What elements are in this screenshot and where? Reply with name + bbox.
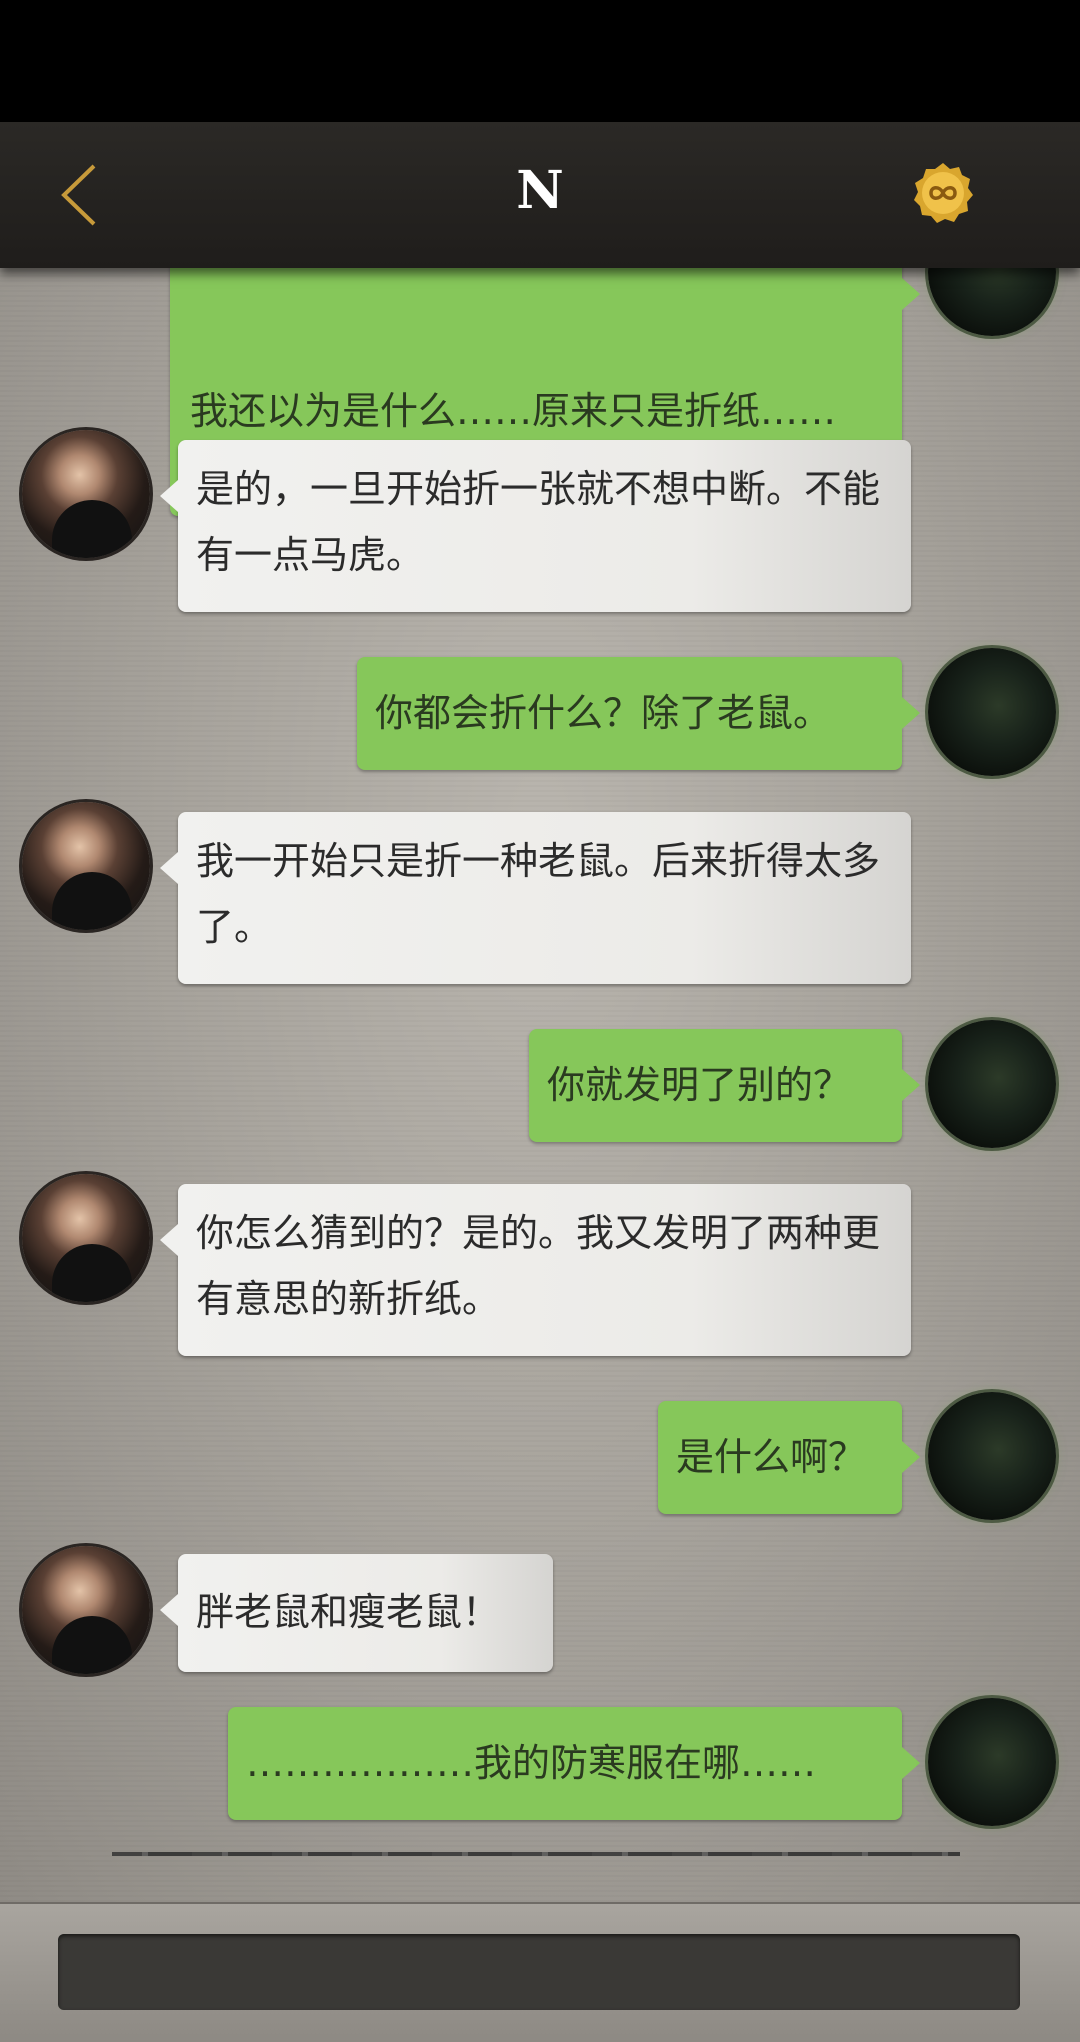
header: N [0,122,1080,268]
input-bar [0,1902,1080,2042]
avatar[interactable] [928,1698,1056,1826]
message-bubble-sent: ………………我的防寒服在哪…… [228,1707,920,1820]
message-bubble-sent: 是什么啊？ [658,1401,920,1514]
message-bubble-received: 是的，一旦开始折一张就不想中断。不能有一点马虎。 [160,440,911,612]
chat-end-divider [112,1852,960,1856]
status-bar [0,0,1080,122]
avatar[interactable] [22,802,150,930]
avatar[interactable] [928,1020,1056,1148]
message-bubble-received: 我一开始只是折一种老鼠。后来折得太多了。 [160,812,911,984]
avatar[interactable] [22,430,150,558]
avatar[interactable] [22,1174,150,1302]
avatar[interactable] [928,1392,1056,1520]
message-bubble-received: 你怎么猜到的？是的。我又发明了两种更有意思的新折纸。 [160,1184,911,1356]
coin-button[interactable] [912,162,974,224]
message-bubble-sent: 你都会折什么？除了老鼠。 [357,657,920,770]
avatar[interactable] [928,648,1056,776]
message-bubble-received: 胖老鼠和瘦老鼠！ [160,1554,553,1672]
message-input[interactable] [58,1934,1020,2010]
chat-area[interactable]: 我还以为是什么……原来只是折纸…… 是的，一旦开始折一张就不想中断。不能有一点马… [0,122,1080,1902]
avatar[interactable] [22,1546,150,1674]
message-bubble-sent: 你就发明了别的？ [529,1029,920,1142]
infinity-coin-icon [914,163,973,223]
